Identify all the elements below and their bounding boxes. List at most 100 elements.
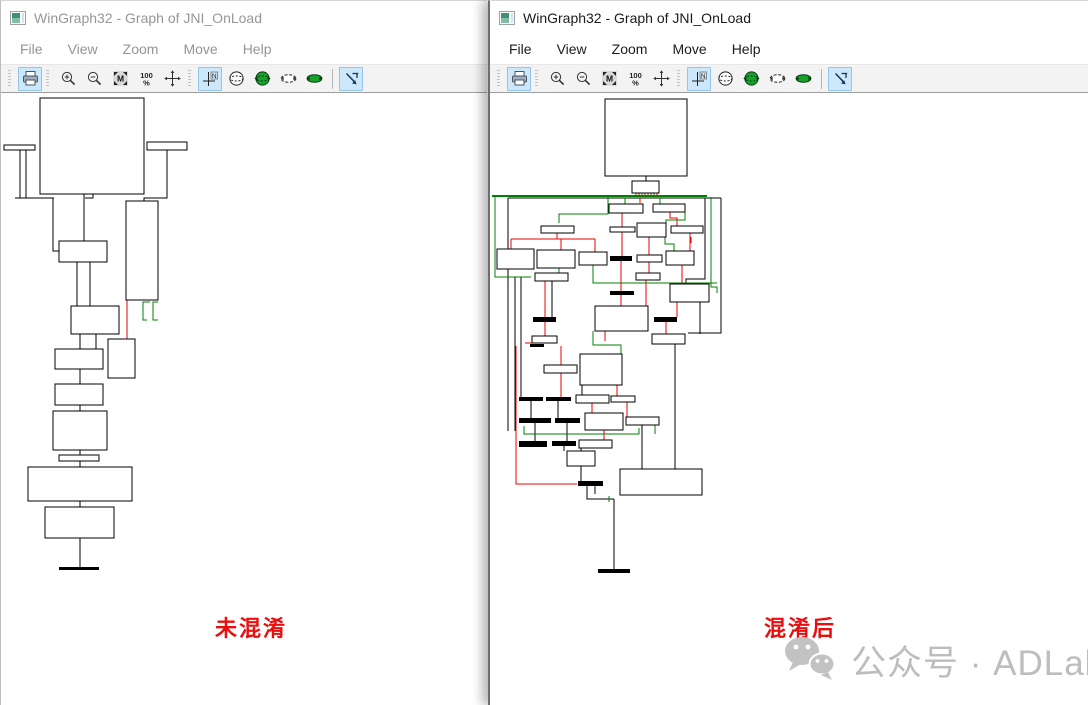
graph-node-collapsed[interactable] [530, 344, 544, 347]
toolbar-zoom-100-button[interactable]: 100% [623, 67, 647, 91]
graph-node[interactable] [535, 273, 568, 281]
toolbar-gripper[interactable] [188, 70, 191, 88]
toolbar-layout-ellipse-button[interactable] [765, 67, 789, 91]
graph-node[interactable] [653, 204, 685, 212]
toolbar-print-button[interactable] [18, 67, 42, 91]
menu-file[interactable]: File [11, 38, 52, 60]
toolbar-zoom-out-button[interactable] [82, 67, 106, 91]
graph-node[interactable] [59, 455, 99, 461]
graph-node-collapsed[interactable] [533, 317, 556, 322]
menu-file[interactable]: File [500, 38, 541, 60]
titlebar-right[interactable]: WinGraph32 - Graph of JNI_OnLoad [490, 1, 1088, 34]
graph-node[interactable] [637, 255, 662, 262]
toolbar-zoom-out-button[interactable] [571, 67, 595, 91]
menu-help[interactable]: Help [723, 38, 770, 60]
graph-node[interactable] [666, 251, 694, 265]
toolbar-gripper[interactable] [677, 70, 680, 88]
toolbar-layout-hierarchic-button[interactable]: N [198, 67, 222, 91]
graph-node-collapsed[interactable] [598, 569, 630, 573]
graph-node-collapsed[interactable] [519, 418, 551, 423]
toolbar-layout-hierarchic-button[interactable]: N [687, 67, 711, 91]
graph-node[interactable] [620, 469, 702, 495]
graph-node-collapsed[interactable] [578, 481, 603, 486]
graph-node[interactable] [626, 417, 659, 425]
toolbar-zoom-100-button[interactable]: 100% [134, 67, 158, 91]
graph-node-collapsed[interactable] [519, 397, 543, 401]
toolbar-center-graph-button[interactable] [649, 67, 673, 91]
graph-node[interactable] [636, 273, 660, 280]
graph-node[interactable] [605, 99, 687, 176]
graph-node-collapsed[interactable] [546, 397, 571, 401]
graph-node[interactable] [611, 396, 635, 402]
toolbar-zoom-in-button[interactable] [56, 67, 80, 91]
graph-node[interactable] [541, 226, 574, 233]
titlebar-left[interactable]: WinGraph32 - Graph of JNI_OnLoad [1, 1, 487, 34]
graph-node[interactable] [59, 241, 107, 262]
toolbar-move-mode-button[interactable] [339, 67, 363, 91]
toolbar-gripper[interactable] [535, 70, 538, 88]
menu-view[interactable]: View [548, 38, 596, 60]
graph-node-collapsed[interactable] [654, 317, 677, 322]
graph-node[interactable] [55, 349, 103, 369]
toolbar-zoom-fit-button[interactable]: M [597, 67, 621, 91]
toolbar-gripper[interactable] [8, 70, 11, 88]
graph-node[interactable] [576, 395, 609, 403]
graph-node[interactable] [71, 306, 119, 334]
toolbar-center-graph-button[interactable] [160, 67, 184, 91]
toolbar-gripper[interactable] [46, 70, 49, 88]
graph-node[interactable] [497, 249, 534, 269]
graph-node[interactable] [567, 451, 595, 466]
graph-node-collapsed[interactable] [555, 418, 580, 423]
graph-node[interactable] [45, 507, 114, 538]
graph-canvas-left[interactable]: 未混淆 [1, 94, 487, 705]
graph-node[interactable] [544, 365, 577, 373]
graph-node[interactable] [585, 413, 623, 430]
graph-node[interactable] [4, 145, 35, 150]
toolbar-layout-ellipse-colored-button[interactable] [302, 67, 326, 91]
graph-node[interactable] [652, 334, 685, 344]
menu-help[interactable]: Help [234, 38, 281, 60]
toolbar-print-button[interactable] [507, 67, 531, 91]
graph-node[interactable] [55, 384, 103, 405]
graph-node-collapsed[interactable] [59, 567, 99, 570]
graph-node-collapsed[interactable] [610, 256, 632, 261]
toolbar-layout-sphere-colored-button[interactable] [739, 67, 763, 91]
graph-node[interactable] [595, 306, 648, 331]
graph-node[interactable] [28, 467, 132, 501]
toolbar-layout-sphere-button[interactable] [713, 67, 737, 91]
graph-node[interactable] [670, 284, 709, 302]
toolbar-zoom-in-button[interactable] [545, 67, 569, 91]
graph-node[interactable] [671, 226, 703, 233]
toolbar-move-mode-button[interactable] [828, 67, 852, 91]
menu-move[interactable]: Move [174, 38, 226, 60]
menu-zoom[interactable]: Zoom [603, 38, 657, 60]
graph-node-collapsed[interactable] [610, 291, 634, 295]
graph-node[interactable] [580, 354, 622, 385]
graph-node[interactable] [147, 142, 187, 150]
svg-text:%: % [632, 79, 639, 88]
menu-view[interactable]: View [59, 38, 107, 60]
toolbar-layout-sphere-colored-button[interactable] [250, 67, 274, 91]
graph-node-collapsed[interactable] [519, 441, 547, 447]
toolbar-gripper[interactable] [497, 70, 500, 88]
toolbar-layout-sphere-button[interactable] [224, 67, 248, 91]
graph-node[interactable] [126, 201, 158, 300]
graph-node[interactable] [40, 98, 144, 194]
menu-move[interactable]: Move [663, 38, 715, 60]
graph-node[interactable] [108, 339, 135, 378]
toolbar-layout-ellipse-button[interactable] [276, 67, 300, 91]
menu-zoom[interactable]: Zoom [114, 38, 168, 60]
toolbar-layout-ellipse-colored-button[interactable] [791, 67, 815, 91]
graph-node[interactable] [632, 181, 659, 193]
graph-node[interactable] [579, 440, 612, 448]
graph-canvas-right[interactable]: 混淆后 [490, 94, 1088, 705]
graph-node[interactable] [609, 204, 643, 213]
graph-node[interactable] [537, 250, 575, 268]
graph-node-collapsed[interactable] [552, 441, 576, 446]
graph-node[interactable] [637, 223, 666, 237]
graph-node[interactable] [532, 336, 557, 343]
graph-node[interactable] [53, 411, 107, 450]
graph-node[interactable] [579, 252, 607, 265]
graph-node[interactable] [610, 227, 635, 232]
toolbar-zoom-fit-button[interactable]: M [108, 67, 132, 91]
